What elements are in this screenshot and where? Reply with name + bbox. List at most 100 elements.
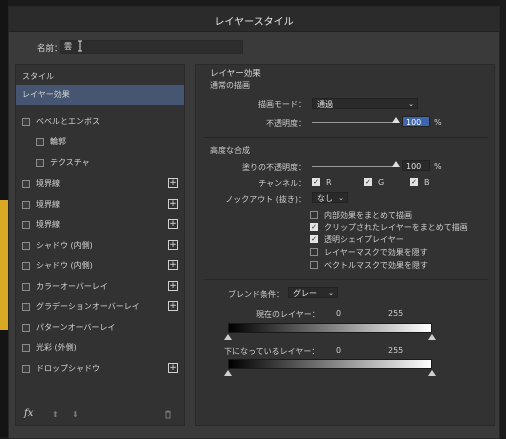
style-item-outer-glow[interactable]: 光彩 (外側) — [16, 338, 184, 358]
style-checkbox[interactable] — [22, 344, 30, 352]
channels-label: チャンネル： — [258, 179, 306, 188]
chevron-down-icon: ⌄ — [408, 100, 414, 108]
text-cursor-icon — [78, 40, 82, 52]
style-label: レイヤー効果 — [22, 90, 70, 99]
blend-mode-select[interactable]: 通過 ⌄ — [312, 98, 418, 109]
style-checkbox[interactable] — [22, 118, 30, 126]
style-item-layer-effects[interactable]: レイヤー効果 — [16, 85, 184, 105]
style-checkbox[interactable] — [22, 180, 30, 188]
style-item-stroke-3[interactable]: 境界線 + — [16, 215, 184, 235]
name-input[interactable]: 雲 — [60, 40, 243, 54]
style-item-pattern-overlay[interactable]: パターンオーバーレイ — [16, 318, 184, 338]
style-label: ベベルとエンボス — [36, 117, 100, 126]
current-layer-gradient[interactable] — [228, 323, 432, 333]
fill-opacity-slider-thumb[interactable] — [392, 161, 400, 167]
option-label-2: 透明シェイプレイヤー — [324, 235, 404, 244]
add-effect-button[interactable]: + — [168, 178, 178, 188]
blend-if-select[interactable]: グレー ⌄ — [288, 287, 338, 298]
option-label-1: クリップされたレイヤーをまとめて描画 — [324, 223, 468, 232]
underlying-layer-white-slider[interactable] — [428, 370, 436, 376]
option-checkbox-3[interactable] — [310, 248, 318, 256]
underlying-layer-gradient[interactable] — [228, 359, 432, 369]
underlying-layer-label: 下になっているレイヤー： — [224, 347, 320, 356]
current-layer-black-slider[interactable] — [224, 334, 232, 340]
blend-if-label: ブレンド条件： — [228, 290, 284, 299]
option-checkbox-1[interactable]: ✓ — [310, 223, 318, 231]
style-item-bevel-emboss[interactable]: ベベルとエンボス — [16, 112, 184, 132]
section-title: レイヤー効果 — [210, 69, 261, 79]
fx-icon[interactable]: fx — [24, 408, 33, 419]
style-checkbox[interactable] — [22, 221, 30, 229]
canvas-peek — [0, 200, 8, 330]
fill-opacity-input[interactable]: 100 — [402, 160, 430, 171]
style-item-inner-shadow-2[interactable]: シャドウ (内側) + — [16, 256, 184, 276]
channel-r-checkbox[interactable]: ✓ — [312, 178, 320, 186]
knockout-value: なし — [317, 194, 333, 203]
effects-settings-panel: レイヤー効果 通常の描画 描画モード： 通過 ⌄ 不透明度： 100 % 高度な… — [195, 64, 495, 426]
channel-b-label: B — [424, 178, 430, 187]
divider — [204, 137, 488, 138]
style-item-drop-shadow[interactable]: ドロップシャドウ + — [16, 359, 184, 379]
style-label: シャドウ (内側) — [36, 261, 93, 270]
trash-icon[interactable] — [164, 410, 172, 419]
style-checkbox[interactable] — [22, 303, 30, 311]
channel-g-checkbox[interactable]: ✓ — [364, 178, 372, 186]
style-checkbox[interactable] — [22, 324, 30, 332]
style-label: カラーオーバーレイ — [36, 282, 108, 291]
add-effect-button[interactable]: + — [168, 219, 178, 229]
style-label: パターンオーバーレイ — [36, 323, 116, 332]
underlying-layer-max: 255 — [388, 346, 404, 355]
channel-g-label: G — [378, 178, 385, 187]
fill-opacity-slider[interactable] — [312, 166, 396, 167]
underlying-layer-black-slider[interactable] — [224, 370, 232, 376]
option-label-0: 内部効果をまとめて描画 — [324, 211, 412, 220]
style-item-stroke-1[interactable]: 境界線 + — [16, 174, 184, 194]
style-checkbox[interactable] — [22, 283, 30, 291]
current-layer-max: 255 — [388, 309, 404, 318]
style-checkbox[interactable] — [22, 242, 30, 250]
option-checkbox-0[interactable] — [310, 211, 318, 219]
name-label: 名前： — [37, 44, 63, 54]
style-checkbox[interactable] — [36, 159, 44, 167]
move-down-icon[interactable]: ⬇ — [72, 410, 79, 419]
divider — [204, 279, 488, 280]
title-bar: レイヤースタイル — [9, 7, 499, 32]
channel-b-checkbox[interactable]: ✓ — [410, 178, 418, 186]
style-item-stroke-2[interactable]: 境界線 + — [16, 195, 184, 215]
style-checkbox[interactable] — [22, 201, 30, 209]
style-item-contour[interactable]: 輪郭 — [16, 132, 184, 152]
add-effect-button[interactable]: + — [168, 281, 178, 291]
style-item-texture[interactable]: テクスチャ — [16, 153, 184, 173]
style-checkbox[interactable] — [36, 138, 44, 146]
underlying-layer-min: 0 — [336, 346, 342, 355]
style-label: ドロップシャドウ — [36, 364, 100, 373]
add-effect-button[interactable]: + — [168, 240, 178, 250]
style-item-inner-shadow-1[interactable]: シャドウ (内側) + — [16, 236, 184, 256]
style-item-color-overlay[interactable]: カラーオーバーレイ + — [16, 277, 184, 297]
style-label: 境界線 — [36, 179, 60, 188]
add-effect-button[interactable]: + — [168, 301, 178, 311]
style-label: 境界線 — [36, 200, 60, 209]
current-layer-white-slider[interactable] — [428, 334, 436, 340]
style-label: テクスチャ — [50, 158, 90, 167]
add-effect-button[interactable]: + — [168, 260, 178, 270]
style-checkbox[interactable] — [22, 365, 30, 373]
style-label: 輪郭 — [50, 137, 66, 146]
knockout-select[interactable]: なし ⌄ — [312, 192, 348, 203]
style-item-gradient-overlay[interactable]: グラデーションオーバーレイ + — [16, 297, 184, 317]
move-up-icon[interactable]: ⬆ — [52, 410, 59, 419]
blend-mode-label: 描画モード： — [258, 100, 306, 109]
opacity-input[interactable]: 100 — [402, 116, 430, 127]
fill-opacity-percent: % — [434, 162, 442, 171]
add-effect-button[interactable]: + — [168, 199, 178, 209]
add-effect-button[interactable]: + — [168, 363, 178, 373]
styles-header: スタイル — [22, 72, 54, 81]
option-checkbox-2[interactable]: ✓ — [310, 235, 318, 243]
chevron-down-icon: ⌄ — [328, 289, 334, 297]
style-checkbox[interactable] — [22, 262, 30, 270]
opacity-slider[interactable] — [312, 122, 396, 123]
opacity-slider-thumb[interactable] — [392, 117, 400, 123]
option-checkbox-4[interactable] — [310, 261, 318, 269]
blend-mode-value: 通過 — [317, 100, 333, 109]
normal-blend-title: 通常の描画 — [210, 81, 250, 90]
